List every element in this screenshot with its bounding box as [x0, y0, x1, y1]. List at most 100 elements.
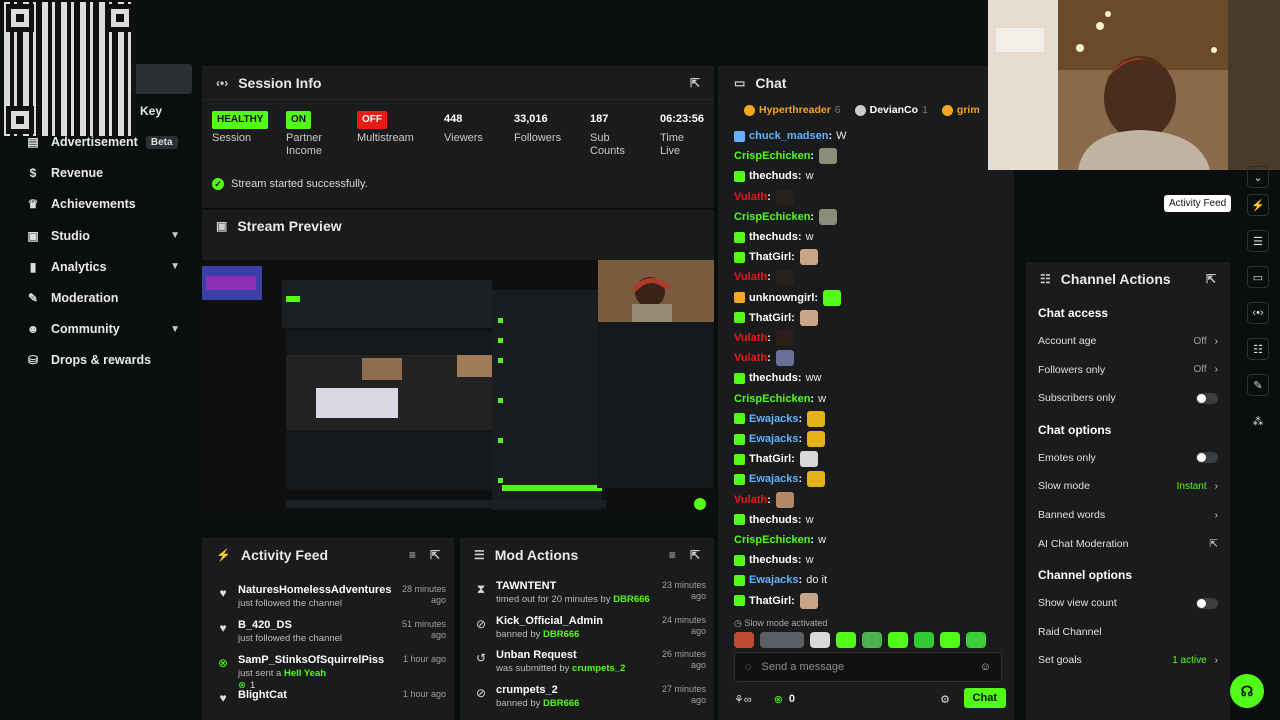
- sidebar-item-revenue[interactable]: $ Revenue: [26, 162, 192, 184]
- chat-message[interactable]: CrispEchicken:: [734, 207, 838, 227]
- chat-message[interactable]: Vulath:: [734, 328, 794, 348]
- setting-account-age[interactable]: Account age Off ›: [1038, 333, 1218, 349]
- list-icon[interactable]: ☰: [1247, 230, 1269, 252]
- chat-message[interactable]: thechuds: w: [734, 166, 814, 186]
- setting-slow-mode[interactable]: Slow mode Instant ›: [1038, 478, 1218, 494]
- activity-item[interactable]: ♥ BlightCat 1 hour ago: [202, 689, 454, 719]
- chat-message[interactable]: CrispEchicken: w: [734, 530, 826, 550]
- chevron-down-icon[interactable]: ▼: [170, 230, 180, 241]
- sliders-icon[interactable]: ☷: [1247, 338, 1269, 360]
- help-chat-button[interactable]: ☊: [1230, 674, 1264, 708]
- setting-emotes-only[interactable]: Emotes only: [1038, 450, 1218, 466]
- infinity-icon[interactable]: ⚘∞: [734, 693, 752, 706]
- external-link-icon[interactable]: ⇱: [1209, 538, 1218, 550]
- sidebar-item-community[interactable]: ☻ Community ▼: [26, 318, 192, 340]
- chat-message[interactable]: Vulath:: [734, 490, 794, 510]
- add-widget-icon[interactable]: ⁂: [1247, 410, 1269, 432]
- chat-username[interactable]: unknowngirl: [749, 292, 814, 304]
- chat-message[interactable]: Vulath:: [734, 187, 794, 207]
- setting-set-goals[interactable]: Set goals 1 active ›: [1038, 652, 1218, 668]
- chat-username[interactable]: thechuds: [749, 170, 798, 182]
- setting-followers-only[interactable]: Followers only Off ›: [1038, 362, 1218, 378]
- sidebar-item-achievements[interactable]: ♛ Achievements: [26, 193, 192, 215]
- chat-message[interactable]: Ewajacks:: [734, 409, 826, 429]
- sidebar-item-analytics[interactable]: ▮ Analytics ▼: [26, 256, 192, 278]
- chat-message[interactable]: unknowngirl:: [734, 288, 842, 308]
- sidebar-item-advertisement[interactable]: ▤ Advertisement Beta: [26, 131, 192, 153]
- chat-username[interactable]: ThatGirl: [749, 453, 791, 465]
- stream-preview-video[interactable]: [202, 260, 714, 516]
- chat-username[interactable]: Vulath: [734, 271, 767, 283]
- chat-message[interactable]: ThatGirl:: [734, 591, 818, 611]
- setting-show-view-count[interactable]: Show view count: [1038, 595, 1218, 611]
- setting-banned-words[interactable]: Banned words ›: [1038, 507, 1218, 523]
- settings-gear-icon[interactable]: ⚙: [940, 693, 950, 706]
- chat-username[interactable]: Vulath: [734, 494, 767, 506]
- filter-icon[interactable]: ≡: [669, 548, 676, 562]
- emote-button[interactable]: [888, 632, 908, 648]
- mod-action-item[interactable]: ⧗ TAWNTENT timed out for 20 minutes by DBR…: [460, 580, 714, 610]
- chat-username[interactable]: CrispEchicken: [734, 211, 810, 223]
- chat-message[interactable]: ThatGirl:: [734, 449, 818, 469]
- chat-username[interactable]: Ewajacks: [749, 413, 799, 425]
- sidebar-item-moderation[interactable]: ✎ Moderation: [26, 287, 192, 309]
- chat-message[interactable]: ThatGirl:: [734, 247, 818, 267]
- toggle-switch[interactable]: [1196, 452, 1218, 464]
- chat-username[interactable]: Vulath: [734, 332, 767, 344]
- mod-action-item[interactable]: ↺ Unban Request was submitted by crumpets_…: [460, 649, 714, 679]
- chat-username[interactable]: thechuds: [749, 231, 798, 243]
- chat-username[interactable]: ThatGirl: [749, 595, 791, 607]
- chat-message[interactable]: thechuds: w: [734, 510, 814, 530]
- chat-message[interactable]: thechuds: w: [734, 227, 814, 247]
- chevron-down-icon[interactable]: ▼: [170, 324, 180, 335]
- sidebar-item-studio[interactable]: ▣ Studio ▼: [26, 225, 192, 247]
- top-gifter[interactable]: grim: [941, 100, 984, 120]
- setting-ai-chat-moderation[interactable]: AI Chat Moderation ⇱: [1038, 536, 1218, 552]
- chat-username[interactable]: thechuds: [749, 554, 798, 566]
- mod-action-item[interactable]: ⊘ crumpets_2 banned by DBR666 27 minutes ag…: [460, 684, 714, 714]
- activity-item[interactable]: ♥ NaturesHomelessAdventures just followed …: [202, 584, 454, 614]
- chat-message[interactable]: Vulath:: [734, 348, 794, 368]
- top-gifter[interactable]: DevianCo 1: [854, 100, 928, 120]
- toggle-switch[interactable]: [1196, 392, 1218, 404]
- chat-username[interactable]: CrispEchicken: [734, 150, 810, 162]
- emote-button[interactable]: [862, 632, 882, 648]
- chat-message[interactable]: Ewajacks: do it: [734, 570, 827, 590]
- chat-message[interactable]: ThatGirl:: [734, 308, 818, 328]
- chat-username[interactable]: ThatGirl: [749, 251, 791, 263]
- emoji-icon[interactable]: ☺: [980, 661, 991, 673]
- mod-action-item[interactable]: ⊘ Kick_Official_Admin banned by DBR666 24 m…: [460, 615, 714, 645]
- chat-message[interactable]: Ewajacks:: [734, 469, 826, 489]
- sidebar-item-drops-rewards[interactable]: ⛁ Drops & rewards: [26, 349, 192, 371]
- setting-raid-channel[interactable]: Raid Channel: [1038, 624, 1218, 640]
- wrench-icon[interactable]: ✎: [1247, 374, 1269, 396]
- top-gifter[interactable]: Hyperthreader 6: [744, 100, 841, 120]
- emote-button[interactable]: [940, 632, 960, 648]
- chat-username[interactable]: thechuds: [749, 372, 798, 384]
- chat-username[interactable]: Vulath: [734, 352, 767, 364]
- activity-item[interactable]: ♥ B_420_DS just followed the channel 51 min…: [202, 619, 454, 649]
- chat-username[interactable]: Ewajacks: [749, 574, 799, 586]
- chat-username[interactable]: Ewajacks: [749, 473, 799, 485]
- chat-bubble-icon[interactable]: ▭: [1247, 266, 1269, 288]
- broadcast-icon[interactable]: ‹•›: [1247, 302, 1269, 324]
- setting-subscribers-only[interactable]: Subscribers only: [1038, 390, 1218, 406]
- chat-username[interactable]: thechuds: [749, 514, 798, 526]
- sidebar-item-stream-key[interactable]: Key: [140, 104, 162, 118]
- chat-message[interactable]: thechuds: w: [734, 550, 814, 570]
- emote-button[interactable]: [966, 632, 986, 648]
- lightning-icon[interactable]: ⚡: [1247, 194, 1269, 216]
- emote-button[interactable]: [810, 632, 830, 648]
- sidebar-item-stream-url[interactable]: [130, 64, 192, 94]
- popout-icon[interactable]: ⇱: [690, 76, 700, 90]
- send-chat-button[interactable]: Chat: [963, 688, 1006, 708]
- toggle-switch[interactable]: [1196, 597, 1218, 609]
- chat-input[interactable]: ◌ Send a message ☺: [734, 652, 1002, 682]
- chat-username[interactable]: CrispEchicken: [734, 393, 810, 405]
- chat-message[interactable]: thechuds: ww: [734, 368, 821, 388]
- chat-message[interactable]: Ewajacks:: [734, 429, 826, 449]
- popout-icon[interactable]: ⇱: [430, 548, 440, 562]
- chat-message[interactable]: chuck_madsen: W: [734, 126, 847, 146]
- chat-message[interactable]: Vulath:: [734, 267, 794, 287]
- chevron-down-icon[interactable]: ▼: [170, 261, 180, 272]
